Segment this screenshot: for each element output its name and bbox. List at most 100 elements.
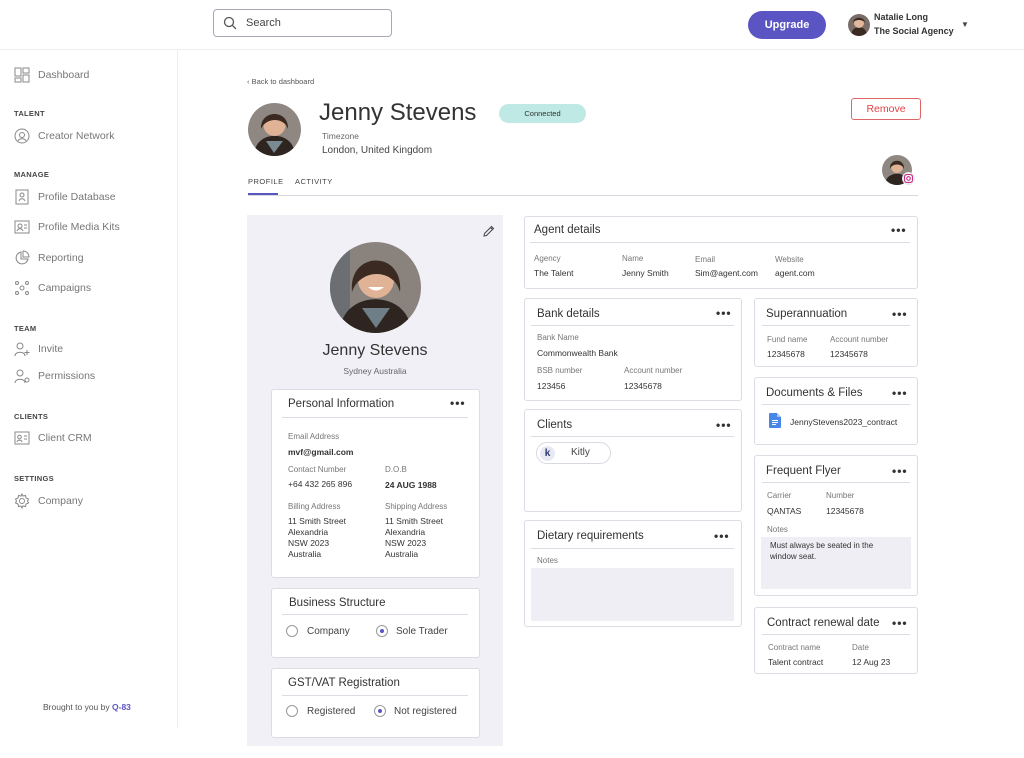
sidebar-item-client-crm[interactable]: Client CRM — [14, 428, 92, 448]
radio-sole-trader[interactable] — [376, 625, 388, 637]
billing-line: 11 Smith Street — [288, 516, 346, 526]
timezone-label: Timezone — [322, 131, 360, 141]
website-label: Website — [775, 255, 804, 264]
card-divider — [530, 242, 910, 243]
client-crm-icon — [14, 431, 30, 445]
brought-prefix: Brought to you by — [43, 702, 112, 712]
card-divider — [531, 325, 734, 326]
bsb-value: 123456 — [537, 381, 566, 391]
sidebar — [0, 50, 178, 728]
fund-value: 12345678 — [767, 349, 805, 359]
card-divider — [282, 614, 468, 615]
dashboard-icon — [14, 67, 30, 83]
personal-info-title: Personal Information — [288, 398, 395, 410]
shipping-line: Australia — [385, 549, 419, 559]
sidebar-item-dashboard[interactable]: Dashboard — [14, 65, 89, 85]
sidebar-item-company[interactable]: Company — [14, 491, 83, 511]
user-avatar[interactable] — [848, 14, 870, 36]
tab-activity[interactable]: ACTIVITY — [295, 177, 333, 186]
card-divider — [531, 548, 734, 549]
sidebar-item-label: Client CRM — [38, 432, 92, 444]
contract-date-label: Date — [852, 643, 869, 652]
brand-link[interactable]: Q-83 — [112, 702, 131, 712]
sidebar-item-label: Profile Database — [38, 191, 116, 203]
agent-email-label: Email — [695, 255, 716, 264]
dob-label: D.O.B — [385, 465, 407, 474]
document-file-link[interactable]: JennyStevens2023_contract — [790, 417, 897, 427]
sidebar-item-label: Campaigns — [38, 282, 92, 294]
clients-title: Clients — [537, 419, 573, 431]
section-team: TEAM — [14, 324, 37, 333]
permissions-icon — [14, 369, 30, 384]
contract-date-value: 12 Aug 23 — [852, 657, 891, 667]
business-structure-title: Business Structure — [289, 597, 386, 609]
pencil-icon[interactable] — [483, 224, 495, 242]
more-options-icon[interactable]: ••• — [450, 396, 466, 410]
carrier-label: Carrier — [767, 491, 792, 500]
profile-avatar — [248, 103, 301, 156]
radio-sole-trader-label: Sole Trader — [396, 626, 448, 637]
sidebar-item-label: Invite — [38, 343, 64, 355]
more-options-icon[interactable]: ••• — [892, 307, 908, 321]
agent-details-title: Agent details — [534, 224, 601, 236]
super-account-label: Account number — [830, 335, 889, 344]
more-options-icon[interactable]: ••• — [892, 386, 908, 400]
card-divider — [762, 404, 910, 405]
profile-name: Jenny Stevens — [319, 99, 477, 126]
sidebar-item-invite[interactable]: Invite — [14, 339, 63, 359]
shipping-line: Alexandria — [385, 527, 426, 537]
more-options-icon[interactable]: ••• — [716, 306, 732, 320]
radio-registered[interactable] — [286, 705, 298, 717]
section-settings: SETTINGS — [14, 474, 54, 483]
back-to-dashboard-link[interactable]: ‹ Back to dashboard — [247, 77, 314, 86]
app-logo[interactable]: Kitly Business — [14, 13, 145, 35]
more-options-icon[interactable]: ••• — [891, 223, 907, 237]
bank-name-value: Commonwealth Bank — [537, 348, 618, 358]
brought-to-you: Brought to you by Q-83 — [43, 702, 131, 712]
radio-company[interactable] — [286, 625, 298, 637]
chevron-down-icon[interactable]: ▼ — [961, 20, 969, 29]
client-chip-kitly[interactable]: k Kitly — [536, 442, 611, 464]
sidebar-item-permissions[interactable]: Permissions — [14, 366, 95, 386]
sidebar-item-profile-database[interactable]: Profile Database — [14, 187, 116, 207]
remove-button[interactable]: Remove — [851, 98, 921, 120]
sidebar-item-profile-media-kits[interactable]: Profile Media Kits — [14, 217, 120, 237]
flyer-notes-line: window seat. — [770, 552, 817, 561]
sidebar-item-campaigns[interactable]: Campaigns — [14, 278, 91, 298]
tab-profile[interactable]: PROFILE — [248, 177, 284, 186]
search-input[interactable]: Search — [213, 9, 392, 37]
upgrade-button[interactable]: Upgrade — [748, 11, 826, 39]
radio-not-registered[interactable] — [374, 705, 386, 717]
sidebar-item-creator-network[interactable]: Creator Network — [14, 126, 114, 146]
active-tab-indicator — [248, 193, 278, 195]
section-clients: CLIENTS — [14, 412, 49, 421]
carrier-value: QANTAS — [767, 506, 802, 516]
section-talent: TALENT — [14, 109, 45, 118]
campaigns-icon — [15, 281, 29, 295]
status-badge: Connected — [499, 104, 586, 123]
email-label: Email Address — [288, 432, 340, 441]
more-options-icon[interactable]: ••• — [716, 418, 732, 432]
sidebar-item-reporting[interactable]: Reporting — [14, 248, 84, 268]
card-divider — [762, 325, 910, 326]
dietary-notes-field[interactable] — [531, 568, 734, 621]
website-value: agent.com — [775, 268, 815, 278]
back-label: Back to dashboard — [251, 77, 315, 86]
bank-account-value: 12345678 — [624, 381, 662, 391]
more-options-icon[interactable]: ••• — [714, 529, 730, 543]
sidebar-item-label: Dashboard — [38, 69, 90, 81]
bank-account-label: Account number — [624, 366, 683, 375]
user-agency: The Social Agency — [874, 26, 954, 36]
tab-divider — [248, 195, 918, 196]
client-chip-label: Kitly — [571, 447, 590, 458]
instagram-icon — [902, 172, 915, 185]
frequent-flyer-title: Frequent Flyer — [766, 465, 841, 477]
more-options-icon[interactable]: ••• — [892, 464, 908, 478]
more-options-icon[interactable]: ••• — [892, 616, 908, 630]
sidebar-item-label: Permissions — [38, 370, 96, 382]
card-divider — [762, 634, 910, 635]
radio-not-registered-label: Not registered — [394, 706, 457, 717]
pie-chart-icon — [15, 250, 30, 265]
creator-network-icon — [14, 128, 30, 144]
flyer-number-label: Number — [826, 491, 855, 500]
